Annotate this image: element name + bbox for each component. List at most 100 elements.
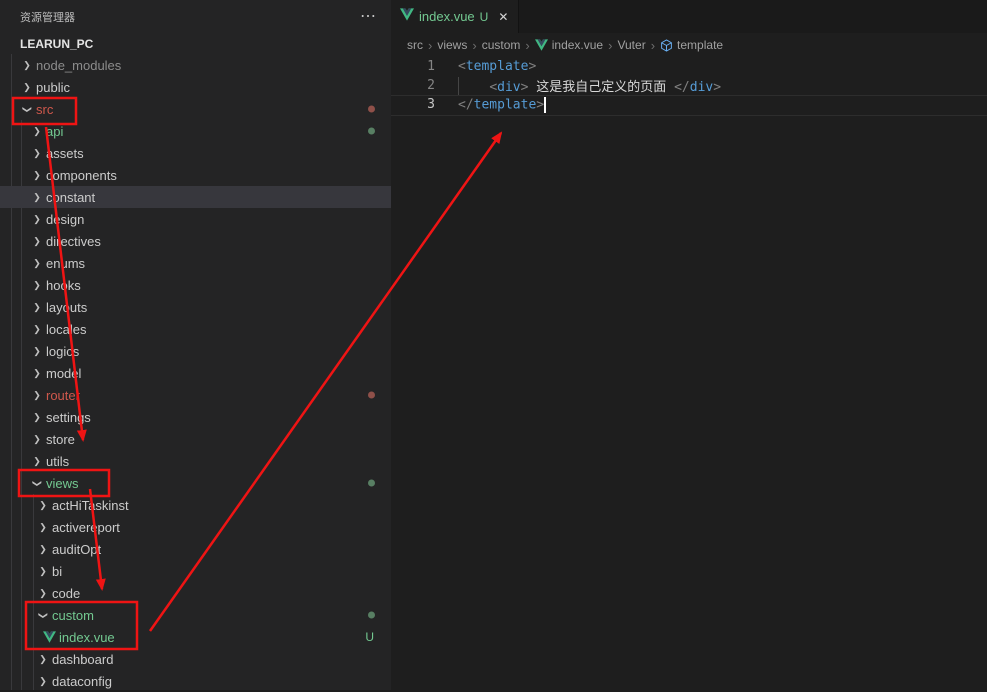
- code-line-3: 3</template>: [391, 95, 987, 114]
- tree-item-label: router: [46, 388, 80, 403]
- tree-item-api[interactable]: ❯api: [0, 120, 391, 142]
- chevron-right-icon: ❯: [20, 60, 34, 71]
- vue-icon: [43, 631, 56, 643]
- tree-item-constant[interactable]: ❯constant: [0, 186, 391, 208]
- tree-item-public[interactable]: ❯public: [0, 76, 391, 98]
- breadcrumb-label: template: [677, 38, 723, 52]
- chevron-right-icon: ❯: [36, 676, 50, 687]
- chevron-right-icon: ❯: [30, 368, 44, 379]
- breadcrumb-separator: ›: [651, 38, 655, 53]
- tree-item-label: enums: [46, 256, 85, 271]
- chevron-right-icon: ❯: [30, 390, 44, 401]
- code-token: <: [489, 80, 497, 95]
- tree-item-utils[interactable]: ❯utils: [0, 450, 391, 472]
- tree-item-label: utils: [46, 454, 69, 469]
- tree-item-custom[interactable]: ❯custom: [0, 604, 391, 626]
- tree-item-model[interactable]: ❯model: [0, 362, 391, 384]
- code-token: >: [536, 97, 544, 112]
- tree-item-dashboard[interactable]: ❯dashboard: [0, 648, 391, 670]
- git-untracked-dot: [368, 128, 375, 135]
- tree-item-design[interactable]: ❯design: [0, 208, 391, 230]
- tree-item-label: activereport: [52, 520, 120, 535]
- tree-item-label: custom: [52, 608, 94, 623]
- tree-item-enums[interactable]: ❯enums: [0, 252, 391, 274]
- git-untracked-dot: [368, 480, 375, 487]
- breadcrumb-label: views: [437, 38, 467, 52]
- explorer-header: 资源管理器 ⋯: [0, 0, 391, 34]
- chevron-right-icon: ❯: [30, 192, 44, 203]
- breadcrumb-item-custom[interactable]: custom: [482, 38, 521, 52]
- chevron-right-icon: ❯: [30, 280, 44, 291]
- more-actions-icon[interactable]: ⋯: [360, 12, 377, 22]
- tree-item-dataconfig[interactable]: ❯dataconfig: [0, 670, 391, 692]
- chevron-right-icon: ❯: [36, 522, 50, 533]
- tree-item-index.vue[interactable]: index.vueU: [0, 626, 391, 648]
- tree-item-label: model: [46, 366, 81, 381]
- tree-item-node_modules[interactable]: ❯node_modules: [0, 54, 391, 76]
- vue-icon: [400, 8, 414, 21]
- code-editor[interactable]: 1<template>2 <div> 这是我自己定义的页面 </div>3</t…: [391, 57, 987, 690]
- tree-item-label: assets: [46, 146, 84, 161]
- git-modified-dot: [368, 392, 375, 399]
- tree-item-label: src: [36, 102, 53, 117]
- tree-item-label: bi: [52, 564, 62, 579]
- breadcrumb-separator: ›: [472, 38, 476, 53]
- tree-item-label: logics: [46, 344, 79, 359]
- breadcrumb-item-views[interactable]: views: [437, 38, 467, 52]
- tree-item-activereport[interactable]: ❯activereport: [0, 516, 391, 538]
- tree-item-src[interactable]: ❯src: [0, 98, 391, 120]
- breadcrumb-separator: ›: [428, 38, 432, 53]
- tree-item-label: constant: [46, 190, 95, 205]
- tree-item-locales[interactable]: ❯locales: [0, 318, 391, 340]
- tree-item-auditOpt[interactable]: ❯auditOpt: [0, 538, 391, 560]
- tree-item-directives[interactable]: ❯directives: [0, 230, 391, 252]
- code-token: template: [466, 59, 529, 74]
- chevron-right-icon: ❯: [30, 258, 44, 269]
- chevron-right-icon: ❯: [30, 434, 44, 445]
- close-icon[interactable]: ✕: [498, 10, 508, 24]
- breadcrumb-label: src: [407, 38, 423, 52]
- tree-item-settings[interactable]: ❯settings: [0, 406, 391, 428]
- tree-item-bi[interactable]: ❯bi: [0, 560, 391, 582]
- tree-item-actHiTaskinst[interactable]: ❯actHiTaskinst: [0, 494, 391, 516]
- tree-root-learun-pc[interactable]: LEARUN_PC: [0, 34, 391, 54]
- tree-item-views[interactable]: ❯views: [0, 472, 391, 494]
- git-modified-dot: [368, 106, 375, 113]
- code-token: </: [458, 97, 474, 112]
- chevron-down-icon: ❯: [22, 102, 33, 116]
- code-content: <div> 这是我自己定义的页面 </div>: [435, 76, 721, 95]
- tree-item-router[interactable]: ❯router: [0, 384, 391, 406]
- tree-item-components[interactable]: ❯components: [0, 164, 391, 186]
- breadcrumb-item-template[interactable]: template: [660, 38, 723, 52]
- tab-index-vue[interactable]: index.vue U ✕: [391, 0, 519, 33]
- breadcrumb-item-index.vue[interactable]: index.vue: [535, 38, 603, 52]
- code-token: <: [458, 59, 466, 74]
- code-token: >: [528, 59, 536, 74]
- tree-item-code[interactable]: ❯code: [0, 582, 391, 604]
- vue-icon: [42, 631, 57, 643]
- tree-item-hooks[interactable]: ❯hooks: [0, 274, 391, 296]
- chevron-down-icon: ❯: [38, 608, 49, 622]
- tree-item-logics[interactable]: ❯logics: [0, 340, 391, 362]
- breadcrumb-label: custom: [482, 38, 521, 52]
- tree-item-label: dashboard: [52, 652, 113, 667]
- chevron-right-icon: ❯: [36, 588, 50, 599]
- tree-item-label: actHiTaskinst: [52, 498, 129, 513]
- line-number: 1: [391, 59, 435, 74]
- code-token: div: [690, 80, 713, 95]
- explorer-title: 资源管理器: [20, 9, 75, 25]
- breadcrumb-item-Vuter[interactable]: Vuter: [617, 38, 645, 52]
- root-label: LEARUN_PC: [20, 37, 93, 51]
- tree-item-label: design: [46, 212, 84, 227]
- tree-item-label: dataconfig: [52, 674, 112, 689]
- breadcrumb-item-src[interactable]: src: [407, 38, 423, 52]
- chevron-right-icon: ❯: [30, 412, 44, 423]
- text-cursor: [544, 97, 546, 113]
- tree-item-assets[interactable]: ❯assets: [0, 142, 391, 164]
- tree-item-label: settings: [46, 410, 91, 425]
- tree-item-label: hooks: [46, 278, 81, 293]
- tree-item-layouts[interactable]: ❯layouts: [0, 296, 391, 318]
- chevron-right-icon: ❯: [30, 302, 44, 313]
- chevron-right-icon: ❯: [20, 82, 34, 93]
- tree-item-store[interactable]: ❯store: [0, 428, 391, 450]
